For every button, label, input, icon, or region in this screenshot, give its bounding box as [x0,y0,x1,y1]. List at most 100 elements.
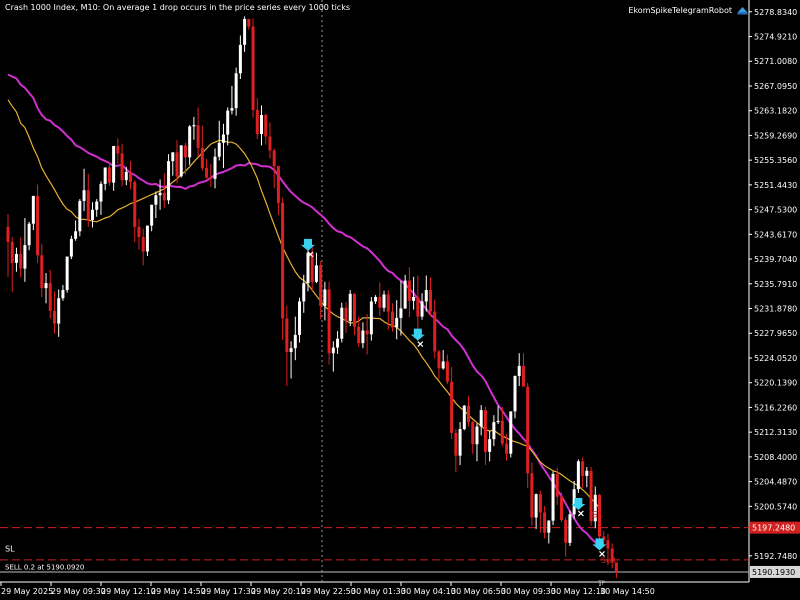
y-tick-label: 5231.8780 [754,305,797,314]
bear-candle [310,252,314,282]
y-tick-label: 5271.0080 [754,57,797,66]
bear-candle [129,171,133,182]
bull-candle [492,422,496,440]
bull-candle [323,289,327,306]
bull-candle [213,156,217,179]
bear-candle [10,242,14,263]
bull-candle [475,426,479,445]
bull-candle [374,297,378,302]
signal-cross-icon [577,510,584,517]
bull-candle [221,134,225,143]
x-tick-label: 30 May 04:10 [401,587,456,596]
bear-candle [107,167,111,183]
bear-candle [272,150,276,167]
bear-candle [386,294,390,312]
sl-label: SL [592,510,603,520]
bear-candle [319,265,323,306]
bull-candle [395,317,399,328]
bull-candle [298,301,302,335]
bull-candle [171,152,175,162]
bull-candle [158,192,162,196]
sell-order-label: SELL 0.2 at 5190.0920 [5,563,84,571]
bull-candle [488,439,492,452]
bull-candle [124,171,128,181]
bear-candle [344,307,348,322]
y-tick-label: 5274.9210 [754,33,797,42]
x-tick-label: 29 May 12:10 [101,587,156,596]
bull-candle [226,110,230,135]
x-tick-label: 30 May 09:30 [501,587,556,596]
bear-candle [19,254,23,269]
bull-candle [547,520,551,533]
bull-candle [306,252,310,284]
bull-candle [230,108,234,111]
y-tick-label: 5263.1820 [754,107,797,116]
bull-candle [585,470,589,476]
bear-candle [365,330,369,335]
bull-candle [412,297,416,301]
bull-candle [479,410,483,427]
bear-candle [255,109,259,134]
bull-candle [534,494,538,518]
bull-candle [424,290,428,302]
bear-candle [559,496,563,521]
bear-candle [500,420,504,444]
bear-candle [581,461,585,476]
bull-candle [192,125,196,127]
bull-candle [399,308,403,318]
bear-candle [268,136,272,151]
bear-candle [530,473,534,518]
bull-candle [293,334,297,349]
bear-candle [209,177,213,179]
bull-candle [179,145,183,177]
x-tick-label: 29 May 09:30 [51,587,106,596]
y-tick-label: 5251.4430 [754,181,797,190]
bear-candle [505,443,509,454]
bull-candle [509,411,513,454]
bear-candle [196,125,200,148]
bear-candle [251,26,255,110]
order-price-label: 5197.2480 [752,524,795,533]
bear-candle [471,422,475,445]
bull-candle [496,420,500,423]
sell-label: Sell [601,556,615,565]
bull-candle [517,365,521,376]
bear-candle [175,152,179,177]
bear-candle [437,351,441,369]
x-tick-label: 29 May 2025 [1,587,53,596]
bear-candle [543,512,547,533]
bull-candle [14,254,18,263]
bear-candle [52,310,56,324]
bull-candle [462,405,466,430]
price-chart[interactable]: 5278.8340 5274.9210 5271.0080 5267.0950 5263… [0,0,800,600]
bear-candle [467,405,471,423]
bull-candle [167,161,171,201]
y-tick-label: 5208.4000 [754,453,797,462]
sell-arrow-icon [300,238,315,251]
bull-candle [95,201,99,210]
y-tick-label: 5255.3560 [754,156,797,165]
bear-candle [378,297,382,308]
y-tick-label: 5235.7910 [754,280,797,289]
bear-candle [433,311,437,352]
bear-candle [564,520,568,543]
bull-candle [31,195,35,224]
y-tick-label: 5243.6170 [754,230,797,239]
bull-candle [314,265,318,282]
y-tick-label: 5239.7040 [754,255,797,264]
bull-candle [382,294,386,308]
x-tick-label: 29 May 22:50 [301,587,356,596]
x-tick-label: 30 May 14:50 [600,587,655,596]
bear-candle [352,293,356,327]
bear-candle [36,195,40,256]
bull-candle [234,73,238,109]
y-tick-label: 5278.8340 [754,8,797,17]
sl-left-label: SL [5,545,15,554]
y-tick-label: 5212.3130 [754,428,797,437]
bear-candle [454,432,458,456]
y-tick-label: 5204.4870 [754,478,797,487]
y-tick-label: 5227.9650 [754,329,797,338]
bull-candle [361,330,365,344]
y-tick-label: 5224.0520 [754,354,797,363]
signal-cross-icon [417,341,424,348]
